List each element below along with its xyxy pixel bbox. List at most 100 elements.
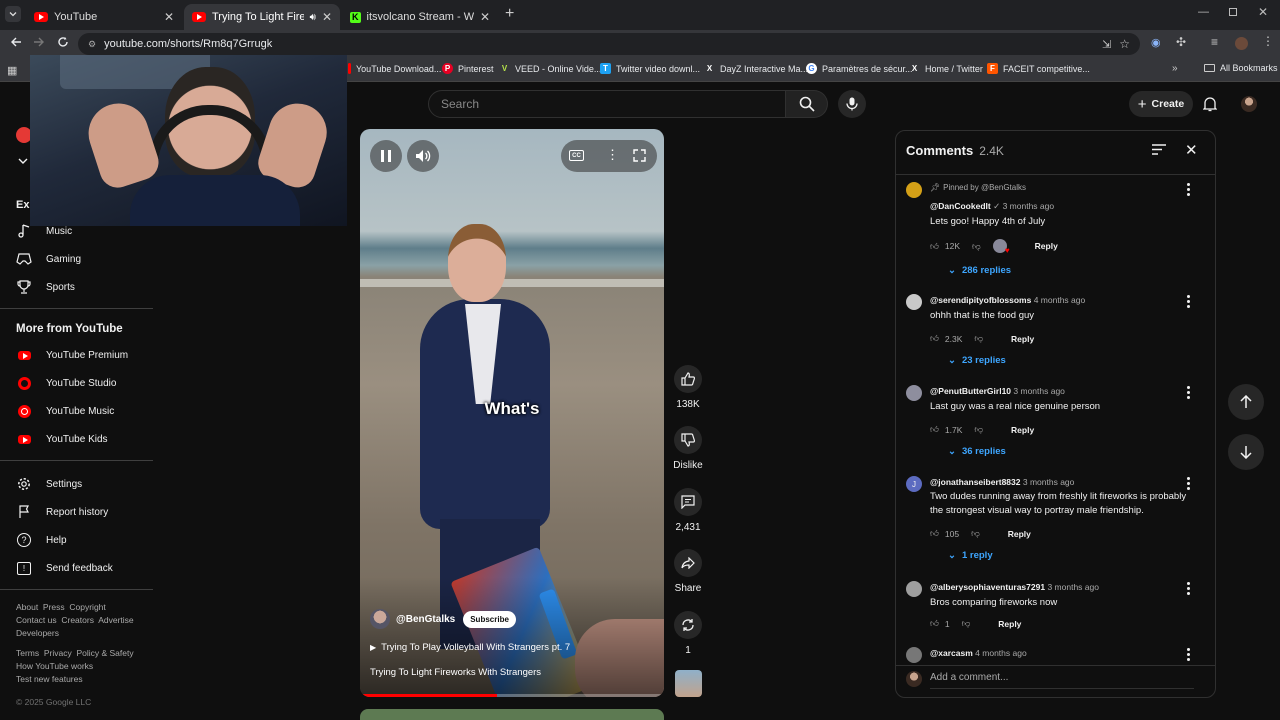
reply-button[interactable]: Reply [1008,529,1031,539]
like-button[interactable] [674,365,702,393]
close-tab-icon[interactable]: ✕ [322,10,332,24]
tab-search-button[interactable] [5,6,21,22]
thumbs-down-icon[interactable]: 👎︎ [971,528,980,539]
view-replies-button[interactable]: ⌄ 36 replies [948,446,1006,457]
browser-tab-kick[interactable]: K itsvolcano Stream - Watch Live ✕ [342,4,498,30]
footer-links[interactable]: Developers [16,628,59,638]
thumbs-up-icon[interactable]: 👍︎ [930,241,939,252]
comment-author[interactable]: @serendipityofblossoms 4 months ago [930,295,1085,305]
thumbs-down-icon[interactable]: 👎︎ [974,424,983,435]
like-action[interactable]: 138K [663,365,713,410]
sidebar-item-report-history[interactable]: Report history [16,504,108,520]
bookmark-item[interactable]: YouTube Download... [348,63,441,74]
browser-menu-icon[interactable]: ⋮ [1262,34,1274,48]
browser-tab-youtube[interactable]: YouTube ✕ [26,4,182,30]
extension-icon[interactable]: ◉ [1151,36,1161,49]
channel-name[interactable]: @BenGtalks [396,614,455,625]
comments-button[interactable] [674,488,702,516]
site-info-icon[interactable]: ⚙︎ [88,39,96,50]
comment-author[interactable]: @PenutButterGirl10 3 months ago [930,386,1065,396]
apps-grid-icon[interactable]: ▦ [7,64,17,77]
sidebar-item-youtube-kids[interactable]: YouTube Kids [16,431,108,447]
more-options-icon[interactable]: ⋮ [606,147,619,163]
reply-button[interactable]: Reply [998,619,1021,629]
speaker-icon[interactable]: 🔊︎ [310,12,316,23]
close-window-button[interactable]: ✕ [1258,5,1268,19]
install-app-icon[interactable]: ⇲ [1102,38,1111,51]
dislike-button[interactable] [674,426,702,454]
channel-avatar[interactable] [370,609,390,629]
footer-links[interactable]: Terms Privacy Policy & Safety [16,648,134,658]
view-replies-button[interactable]: ⌄ 1 reply [948,550,993,561]
comment-avatar[interactable] [906,182,922,198]
comment-author[interactable]: @xarcasm 4 months ago [930,648,1027,658]
bookmark-item[interactable]: F FACEIT competitive... [987,63,1090,74]
back-button[interactable] [10,36,22,48]
comment-menu-icon[interactable] [1187,386,1190,401]
address-bar[interactable]: ⚙︎ youtube.com/shorts/Rm8q7Grrugk ⇲ ☆ [78,33,1140,55]
restore-button[interactable] [1229,8,1237,16]
voice-search-button[interactable] [838,90,866,118]
remix-button[interactable] [674,611,702,639]
bookmark-star-icon[interactable]: ☆ [1119,37,1130,51]
thumbs-up-icon[interactable]: 👍︎ [930,424,939,435]
comment-author[interactable]: @DanCookedIt ✓ 3 months ago [930,201,1054,212]
thumbs-down-icon[interactable]: 👎︎ [962,618,971,629]
sidebar-item-settings[interactable]: Settings [16,476,82,492]
all-bookmarks-button[interactable]: All Bookmarks [1204,63,1278,73]
view-replies-button[interactable]: ⌄ 23 replies [948,355,1006,366]
search-input[interactable]: Search [428,90,786,118]
bookmark-item[interactable]: V VEED - Online Vide... [499,63,602,74]
sidebar-item-send-feedback[interactable]: ! Send feedback [16,560,113,576]
comment-avatar[interactable] [906,647,922,663]
thumbs-up-icon[interactable]: 👍︎ [930,618,939,629]
next-short-button[interactable] [1228,434,1264,470]
comment-avatar[interactable] [906,385,922,401]
close-comments-button[interactable]: ✕ [1185,141,1198,159]
footer-links[interactable]: About Press Copyright [16,602,106,612]
minimize-button[interactable]: — [1198,6,1209,18]
puzzle-extensions-icon[interactable]: ✣ [1176,35,1186,49]
comments-action[interactable]: 2,431 [663,488,713,533]
pause-button[interactable] [370,140,402,172]
comment-menu-icon[interactable] [1187,582,1190,597]
thumbs-down-icon[interactable]: 👎︎ [974,333,983,344]
reload-button[interactable] [57,36,69,48]
reply-button[interactable]: Reply [1035,241,1058,251]
sort-comments-button[interactable] [1152,144,1166,155]
add-comment-input[interactable]: Add a comment... [930,671,1194,689]
profile-avatar[interactable] [1235,37,1248,50]
account-avatar[interactable] [1241,96,1257,112]
shorts-video-player[interactable]: CC ⋮ What's @BenGtalks Subscribe ▶ Tryin… [360,129,664,697]
media-control-icon[interactable]: ≡ [1211,35,1218,49]
comment-author[interactable]: @alberysophiaventuras7291 3 months ago [930,582,1099,592]
captions-icon[interactable]: CC [569,150,584,161]
comment-menu-icon[interactable] [1187,295,1190,310]
new-tab-button[interactable]: + [505,6,514,22]
comment-menu-icon[interactable] [1187,477,1190,492]
sidebar-show-more-icon[interactable] [18,157,28,165]
sound-thumbnail[interactable] [675,670,702,697]
share-action[interactable]: Share [663,549,713,594]
comment-avatar[interactable] [906,581,922,597]
dislike-action[interactable]: Dislike [663,426,713,471]
sidebar-item-help[interactable]: ? Help [16,532,67,548]
comment-avatar[interactable] [906,294,922,310]
reply-button[interactable]: Reply [1011,334,1034,344]
thumbs-down-icon[interactable]: 👎︎ [972,241,981,252]
sidebar-item-sports[interactable]: Sports [16,279,75,295]
bookmark-item[interactable]: X Home / Twitter [909,63,983,74]
sidebar-item-gaming[interactable]: Gaming [16,251,81,267]
footer-links[interactable]: Test new features [16,674,83,684]
view-replies-button[interactable]: ⌄ 286 replies [948,265,1011,276]
bookmark-item[interactable]: P Pinterest [442,63,494,74]
close-tab-icon[interactable]: ✕ [164,10,174,24]
browser-tab-shorts[interactable]: Trying To Light Fireworks W 🔊︎ ✕ [184,4,340,30]
footer-links[interactable]: Contact us Creators Advertise [16,615,134,625]
thumbs-up-icon[interactable]: 👍︎ [930,528,939,539]
bookmark-item[interactable]: X DayZ Interactive Ma... [704,63,808,74]
reply-button[interactable]: Reply [1011,425,1034,435]
sidebar-item-youtube-premium[interactable]: YouTube Premium [16,347,128,363]
search-button[interactable] [786,90,828,118]
close-tab-icon[interactable]: ✕ [480,10,490,24]
